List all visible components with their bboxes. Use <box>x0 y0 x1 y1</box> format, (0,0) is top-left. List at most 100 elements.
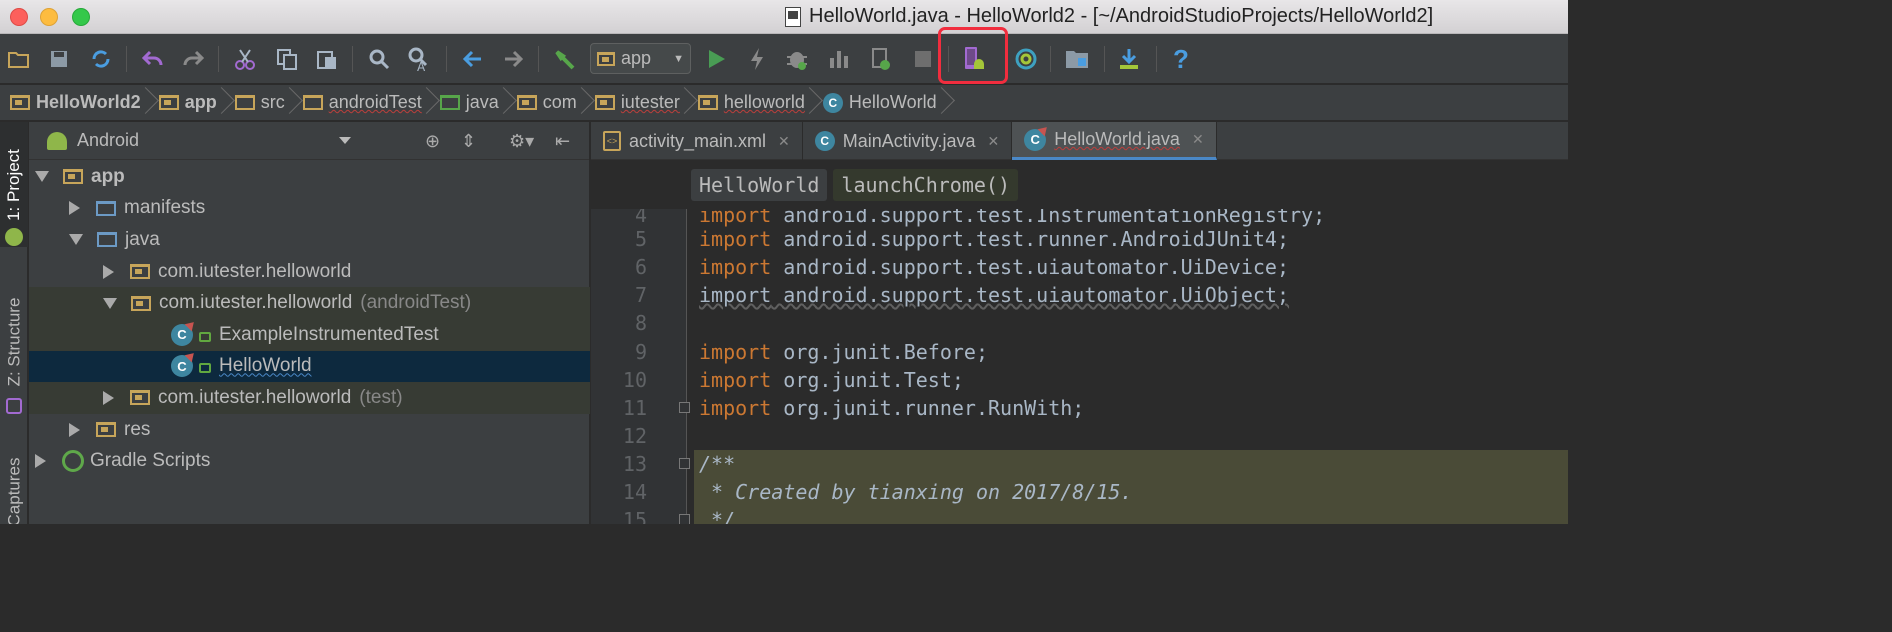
tab-captures[interactable]: Captures <box>0 442 28 524</box>
make-icon[interactable] <box>552 46 578 72</box>
maximize-window-button[interactable] <box>72 8 90 26</box>
package-icon <box>130 390 150 406</box>
collapsed-arrow-icon[interactable] <box>35 454 46 469</box>
test-class-icon: C <box>1024 128 1047 151</box>
module-folder-icon <box>63 169 83 185</box>
code-line: 15 */ <box>591 506 1568 524</box>
project-view-selector[interactable]: Android ⊕ ⇕ ⚙▾ ⇤ <box>29 122 589 160</box>
back-icon[interactable] <box>460 46 486 72</box>
tab-activity-main-xml[interactable]: <> activity_main.xml ✕ <box>591 122 803 160</box>
expanded-arrow-icon[interactable] <box>69 234 83 246</box>
collapsed-arrow-icon[interactable] <box>103 390 114 405</box>
editor-breadcrumb-method[interactable]: launchChrome() <box>833 169 1018 201</box>
fold-marker-icon[interactable] <box>679 458 690 469</box>
open-icon[interactable] <box>6 46 32 72</box>
save-icon[interactable] <box>46 46 72 72</box>
gear-icon[interactable]: ⚙▾ <box>509 131 534 152</box>
fold-marker-icon[interactable] <box>679 402 690 413</box>
package-icon <box>594 95 615 110</box>
project-tree: app manifests java com.iutester.hellowor… <box>29 161 590 477</box>
replace-icon[interactable]: A <box>406 46 432 72</box>
collapsed-arrow-icon[interactable] <box>69 201 80 216</box>
code-line: 10 import org.junit.Test; <box>622 368 964 393</box>
close-tab-icon[interactable]: ✕ <box>987 133 999 150</box>
folder-icon <box>302 95 323 110</box>
close-tab-icon[interactable]: ✕ <box>778 133 790 150</box>
resource-folder-icon <box>96 422 116 438</box>
breadcrumb-androidtest[interactable]: androidTest <box>302 85 440 121</box>
copy-icon[interactable] <box>274 46 300 72</box>
breadcrumb-project[interactable]: HelloWorld2 <box>10 85 159 121</box>
expanded-arrow-icon[interactable] <box>35 171 49 183</box>
tab-structure[interactable]: Z: Structure <box>0 272 28 412</box>
code-line: 12 <box>622 424 647 449</box>
tab-helloworld-java[interactable]: C HelloWorld.java ✕ <box>1012 122 1217 160</box>
find-icon[interactable] <box>366 46 392 72</box>
tree-item-package-test[interactable]: com.iutester.helloworld (test) <box>29 382 590 414</box>
module-folder-icon <box>158 95 179 110</box>
minimize-window-button[interactable] <box>40 8 58 26</box>
breadcrumb-java[interactable]: java <box>439 85 517 121</box>
collapse-all-icon[interactable]: ⇕ <box>461 131 476 152</box>
code-line: 13/** <box>591 450 1568 479</box>
debug-icon[interactable] <box>784 46 810 72</box>
breadcrumb-iutester[interactable]: iutester <box>594 85 698 121</box>
breadcrumb-com[interactable]: com <box>516 85 595 121</box>
run-icon[interactable] <box>703 46 729 72</box>
breadcrumb-src[interactable]: src <box>234 85 303 121</box>
tab-mainactivity-java[interactable]: C MainActivity.java ✕ <box>803 122 1013 160</box>
collapsed-arrow-icon[interactable] <box>69 422 80 437</box>
collapsed-arrow-icon[interactable] <box>103 264 114 279</box>
module-icon <box>597 51 615 66</box>
breadcrumb-helloworld-class[interactable]: C HelloWorld <box>822 85 955 121</box>
tree-item-app[interactable]: app <box>29 161 590 193</box>
apply-changes-icon[interactable] <box>744 46 770 72</box>
breadcrumb-helloworld-package[interactable]: helloworld <box>697 85 823 121</box>
tree-item-package-androidtest[interactable]: com.iutester.helloworld (androidTest) <box>29 287 590 319</box>
sdk-manager-icon[interactable] <box>1116 46 1142 72</box>
java-file-icon <box>785 6 801 27</box>
code-line: 9 import org.junit.Before; <box>634 340 988 365</box>
tree-item-package-main[interactable]: com.iutester.helloworld <box>29 256 590 288</box>
code-editor[interactable]: 4 import android.support.test.Instrumenta… <box>591 161 1568 524</box>
help-icon[interactable]: ? <box>1168 44 1194 74</box>
title-bar: HelloWorld.java - HelloWorld2 - [~/Andro… <box>0 0 1568 34</box>
hide-panel-icon[interactable]: ⇤ <box>555 131 570 152</box>
package-icon <box>131 295 151 311</box>
tree-item-java[interactable]: java <box>29 224 590 256</box>
tree-item-helloworld[interactable]: C HelloWorld <box>29 350 590 383</box>
run-configuration-dropdown[interactable]: app ▼ <box>590 43 691 74</box>
fold-marker-icon[interactable] <box>679 514 690 524</box>
avd-manager-highlight <box>938 27 1008 84</box>
stop-icon[interactable] <box>910 46 936 72</box>
tree-item-exampleinstrumentedtest[interactable]: C ExampleInstrumentedTest <box>29 318 590 351</box>
profile-icon[interactable] <box>826 46 852 72</box>
project-structure-icon[interactable] <box>1064 46 1090 72</box>
cut-icon[interactable] <box>232 46 258 72</box>
left-tool-strip: 1: Project Z: Structure Captures <box>0 122 28 524</box>
sync-gradle-icon[interactable] <box>1013 46 1039 72</box>
close-tab-icon[interactable]: ✕ <box>1192 131 1204 148</box>
class-icon: C <box>822 92 843 113</box>
close-window-button[interactable] <box>10 8 28 26</box>
tree-item-gradle-scripts[interactable]: Gradle Scripts <box>29 445 590 477</box>
expanded-arrow-icon[interactable] <box>103 297 117 309</box>
forward-icon[interactable] <box>500 46 526 72</box>
tree-item-res[interactable]: res <box>29 414 590 446</box>
editor-breadcrumb-class[interactable]: HelloWorld <box>691 169 828 201</box>
code-line: 6 import android.support.test.uiautomator… <box>634 255 1290 280</box>
attach-debugger-icon[interactable] <box>868 46 894 72</box>
locate-icon[interactable]: ⊕ <box>425 131 440 152</box>
package-icon <box>697 95 718 110</box>
package-icon <box>516 95 537 110</box>
test-class-icon: C <box>171 355 193 378</box>
code-line: 11 import org.junit.runner.RunWith; <box>622 396 1085 421</box>
tree-item-manifests[interactable]: manifests <box>29 193 590 225</box>
undo-icon[interactable] <box>140 46 166 72</box>
sync-icon[interactable] <box>88 46 114 72</box>
paste-icon[interactable] <box>314 46 340 72</box>
lock-icon <box>199 331 211 342</box>
gradle-icon <box>62 450 84 473</box>
breadcrumb-module[interactable]: app <box>158 85 235 121</box>
redo-icon[interactable] <box>180 46 206 72</box>
